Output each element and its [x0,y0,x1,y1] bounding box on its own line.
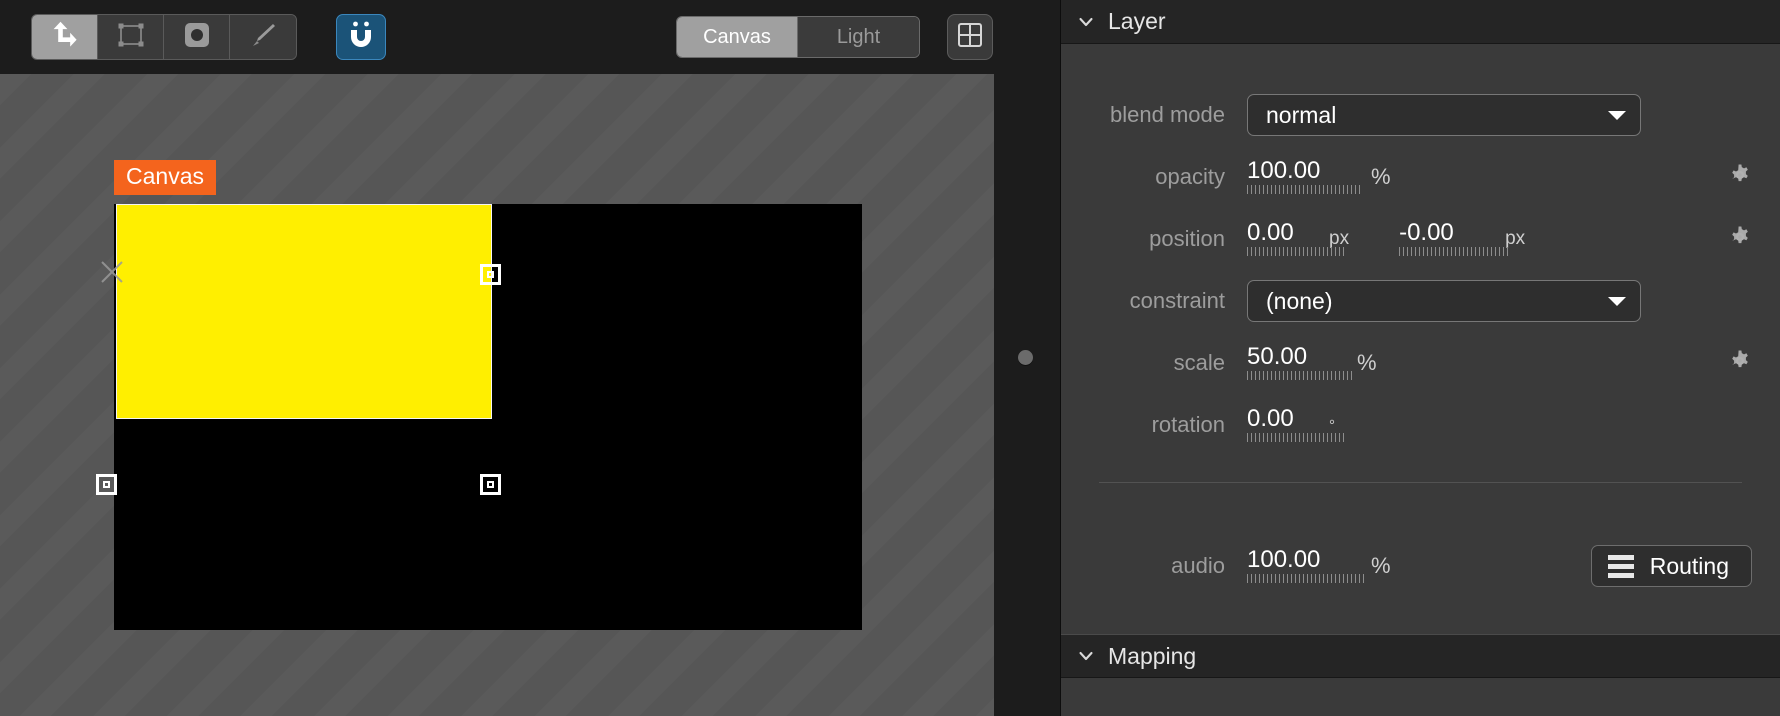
scale-slider-ticks[interactable] [1247,371,1355,380]
tab-canvas[interactable]: Canvas [677,17,798,57]
scale-value: 50.00 [1247,343,1308,370]
handle-inner-square [487,481,494,488]
layer-properties-rows: blend mode normal opacity 100.00 % posit… [1061,44,1780,597]
audio-routing-button[interactable]: Routing [1590,545,1752,587]
view-mode-segmented-control: Canvas Light [676,16,920,58]
pane-divider-handle[interactable] [1018,350,1033,365]
rotation-unit: ° [1329,416,1335,434]
transform-tool-button[interactable] [32,15,98,59]
layer-name-tag[interactable]: Canvas [114,160,216,195]
mapping-section-body [1061,678,1780,716]
resize-handle-bottom-right[interactable] [480,474,501,495]
routing-button-label: Routing [1649,552,1729,579]
section-title-layer: Layer [1108,8,1166,34]
row-scale: scale 50.00 % [1061,332,1780,394]
opacity-unit: % [1371,164,1391,189]
position-y-slider-ticks[interactable] [1399,247,1510,256]
chevron-down-icon [1077,13,1095,31]
row-rotation: rotation 0.00 ° [1061,394,1780,456]
section-header-mapping[interactable]: Mapping [1061,634,1780,678]
blend-mode-dropdown[interactable]: normal [1247,94,1641,136]
position-x-slider-ticks[interactable] [1247,247,1347,256]
anchor-point-icon [100,260,124,284]
handle-inner-square [487,271,494,278]
position-x-field[interactable]: 0.00 [1247,219,1347,259]
opacity-slider-ticks[interactable] [1247,185,1361,194]
editor-left-pane: Canvas Light Canvas [0,0,994,716]
handle-inner-square [103,481,110,488]
opacity-value: 100.00 [1247,157,1321,184]
label-position: position [1149,226,1225,251]
label-constraint: constraint [1129,288,1225,313]
grid-2x2-icon [957,22,983,53]
audio-field[interactable]: 100.00 [1247,546,1365,586]
scale-field[interactable]: 50.00 [1247,343,1355,383]
hamburger-menu-icon [1607,554,1634,578]
rounded-square-dot-icon [182,20,212,55]
audio-value: 100.00 [1247,546,1321,573]
row-position: position 0.00 px -0.00 px [1061,208,1780,270]
constraint-value: (none) [1266,287,1333,314]
blend-mode-value: normal [1266,101,1337,128]
rotation-field[interactable]: 0.00 [1247,405,1347,445]
bounding-box-icon [117,21,145,54]
brush-tool-button[interactable] [230,15,296,59]
select-tool-button[interactable] [98,15,164,59]
opacity-field[interactable]: 100.00 [1247,157,1361,197]
audio-slider-ticks[interactable] [1247,574,1365,583]
rotation-value: 0.00 [1247,405,1294,432]
row-opacity: opacity 100.00 % [1061,146,1780,208]
row-constraint: constraint (none) [1061,270,1780,332]
label-audio: audio [1171,553,1225,578]
label-scale: scale [1173,350,1225,375]
chevron-down-icon [1608,110,1626,120]
rotation-slider-ticks[interactable] [1247,433,1347,442]
constraint-dropdown[interactable]: (none) [1247,280,1641,322]
opacity-settings-gear-icon[interactable] [1728,163,1752,192]
position-y-value: -0.00 [1399,219,1454,246]
canvas-viewport[interactable]: Canvas [0,74,994,716]
toolbar: Canvas Light [0,0,994,74]
audio-unit: % [1371,553,1391,578]
magnet-snap-button[interactable] [336,14,386,60]
position-y-field[interactable]: -0.00 [1399,219,1510,259]
tool-group [31,14,297,60]
properties-panel: Layer blend mode normal opacity 100.00 % [1060,0,1780,716]
transform-arrow-icon [50,20,80,55]
position-x-value: 0.00 [1247,219,1294,246]
chevron-down-icon [1077,647,1095,665]
section-divider [1099,482,1742,483]
section-title-mapping: Mapping [1108,642,1197,669]
magnet-icon [348,21,374,54]
resize-handle-bottom-left[interactable] [96,474,117,495]
row-audio: audio 100.00 % Routing [1061,535,1780,597]
selected-layer-rect[interactable] [116,204,492,419]
section-header-layer[interactable]: Layer [1061,0,1780,44]
mask-tool-button[interactable] [164,15,230,59]
scale-settings-gear-icon[interactable] [1728,349,1752,378]
label-blend-mode: blend mode [1110,102,1225,127]
position-settings-gear-icon[interactable] [1728,225,1752,254]
application-window: Canvas Light Canvas Layer blend mode nor… [0,0,1780,716]
scale-unit: % [1357,350,1377,375]
row-blend-mode: blend mode normal [1061,84,1780,146]
label-rotation: rotation [1151,412,1225,437]
chevron-down-icon [1608,296,1626,306]
grid-layout-button[interactable] [947,14,993,60]
label-opacity: opacity [1155,164,1225,189]
resize-handle-top-right[interactable] [480,264,501,285]
tab-light[interactable]: Light [798,17,919,57]
paintbrush-icon [248,20,278,55]
